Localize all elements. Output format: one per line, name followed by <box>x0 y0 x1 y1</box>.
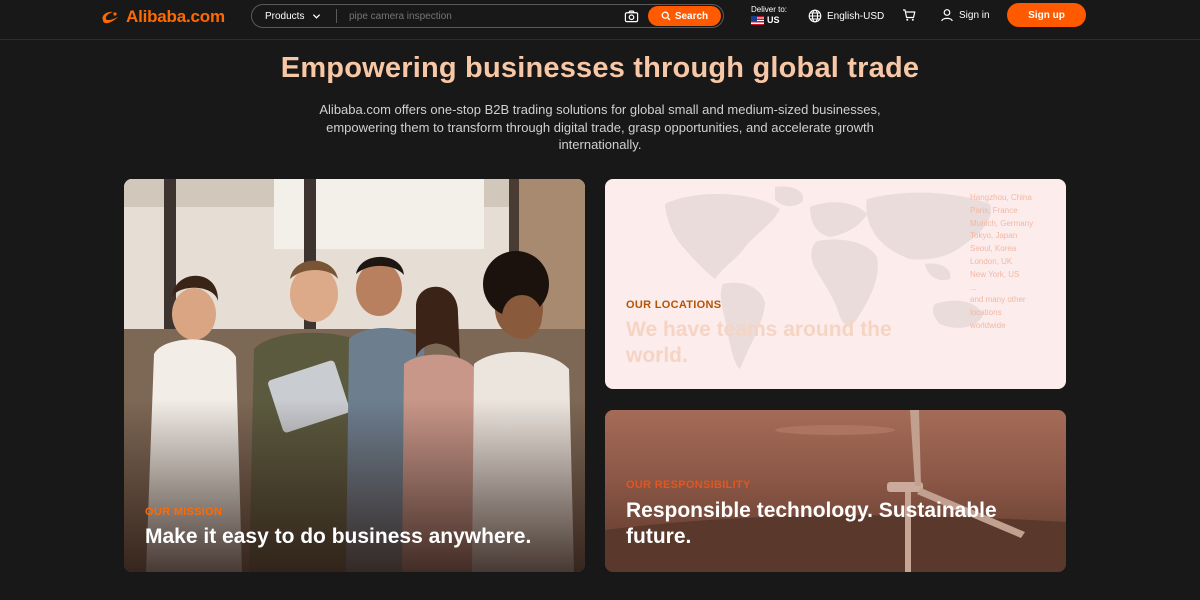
location-item: Tokyo, Japan <box>970 231 1018 241</box>
cart-button[interactable] <box>902 8 916 27</box>
search-input[interactable] <box>337 5 624 27</box>
sign-up-button[interactable]: Sign up <box>1007 3 1086 27</box>
hero-title: Empowering businesses through global tra… <box>280 52 920 84</box>
location-item: Paris, France <box>970 205 1018 215</box>
user-icon <box>941 9 953 22</box>
location-item: ... <box>970 282 977 292</box>
location-item: London, UK <box>970 256 1013 266</box>
sign-up-label: Sign up <box>1028 9 1065 21</box>
responsibility-card[interactable]: OUR RESPONSIBILITY Responsible technolog… <box>605 410 1066 572</box>
alibaba-logo[interactable]: Alibaba.com <box>100 7 225 27</box>
deliver-country-code: US <box>767 15 780 25</box>
responsibility-eyebrow: OUR RESPONSIBILITY <box>626 479 751 491</box>
products-dropdown[interactable]: Products <box>252 5 336 27</box>
hero-description: Alibaba.com offers one-stop B2B trading … <box>319 102 881 152</box>
search-icon <box>661 11 671 21</box>
top-header: Alibaba.com Products Search Delive <box>0 0 1200 40</box>
location-item: worldwide <box>970 320 1006 330</box>
location-item: locations <box>970 308 1002 318</box>
us-flag-icon <box>751 15 764 25</box>
search-button[interactable]: Search <box>648 6 721 26</box>
cart-icon <box>903 9 916 21</box>
mission-eyebrow: OUR MISSION <box>145 506 223 518</box>
responsibility-title: Responsible technology. Sustainable futu… <box>626 499 997 548</box>
logo-text: Alibaba.com <box>126 7 225 26</box>
mission-card[interactable]: OUR MISSION Make it easy to do business … <box>124 179 585 572</box>
camera-icon[interactable] <box>624 8 640 24</box>
location-item: New York, US <box>970 269 1020 279</box>
chevron-down-icon <box>313 13 321 19</box>
search-button-label: Search <box>674 10 709 22</box>
deliver-label: Deliver to: <box>751 5 788 14</box>
locations-title: We have teams around the world. <box>626 318 892 367</box>
language-currency-label: English-USD <box>827 10 885 22</box>
locations-eyebrow: OUR LOCATIONS <box>626 299 722 311</box>
alibaba-logo-icon <box>102 11 118 24</box>
mission-title: Make it easy to do business anywhere. <box>145 525 532 548</box>
deliver-country: US <box>751 15 787 25</box>
location-item: Seoul, Korea <box>970 244 1017 254</box>
locations-list: Hangzhou, China Paris, France Munich, Ge… <box>970 192 1060 333</box>
location-item: Munich, Germany <box>970 218 1034 228</box>
globe-icon <box>808 9 822 23</box>
deliver-to-selector[interactable]: Deliver to: US <box>751 5 787 25</box>
sign-in-label: Sign in <box>959 9 990 21</box>
locations-card[interactable]: Hangzhou, China Paris, France Munich, Ge… <box>605 179 1066 389</box>
search-bar: Products Search <box>251 4 724 28</box>
language-currency-selector[interactable]: English-USD <box>808 9 884 23</box>
location-item: Hangzhou, China <box>970 193 1032 202</box>
products-label: Products <box>265 10 305 22</box>
location-item: and many other <box>970 295 1026 305</box>
sign-in-link[interactable]: Sign in <box>940 8 990 22</box>
